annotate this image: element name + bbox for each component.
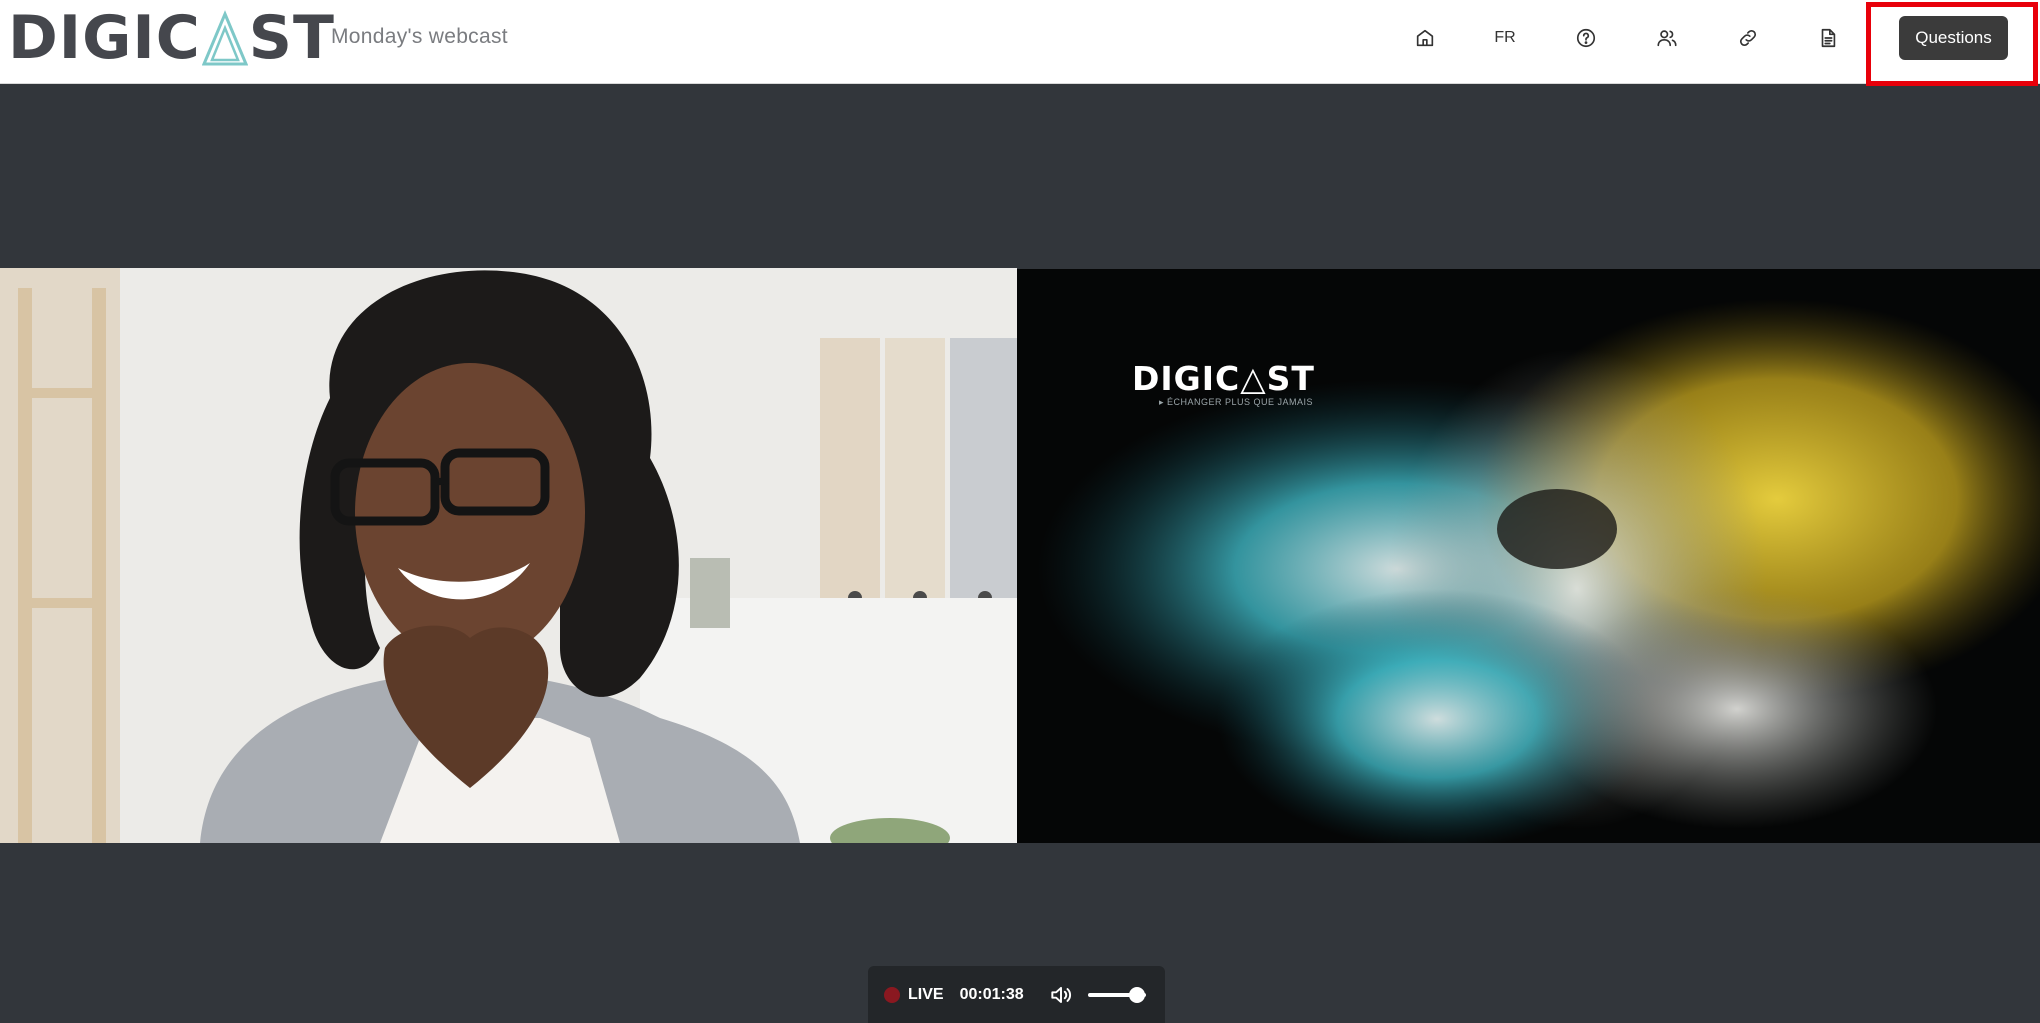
speaker-camera-feed (0, 268, 1017, 843)
volume-icon[interactable] (1048, 982, 1074, 1008)
player-controls: LIVE 00:01:38 (868, 966, 1165, 1023)
home-icon (1416, 29, 1434, 47)
volume-slider[interactable] (1087, 986, 1146, 1003)
link-icon (1739, 29, 1757, 47)
logo-triangle-icon (201, 10, 248, 66)
timecode: 00:01:38 (959, 985, 1024, 1003)
home-button[interactable] (1405, 18, 1445, 58)
presentation-slide: DIGIC△ST ▸ ÉCHANGER PLUS QUE JAMAIS (1017, 269, 2040, 843)
participants-button[interactable] (1647, 18, 1687, 58)
live-label: LIVE (908, 985, 944, 1003)
webcast-title: Monday's webcast (331, 25, 508, 48)
language-button[interactable]: FR (1485, 18, 1525, 58)
logo-text-left: DIGIC (8, 3, 201, 73)
digicast-logo[interactable]: DIGIC ST (8, 6, 335, 70)
color-burst-image (1017, 269, 2040, 843)
volume-slider-handle[interactable] (1128, 986, 1145, 1003)
top-header: DIGIC ST Monday's webcast FR Questions (0, 0, 2040, 86)
live-indicator-dot (884, 986, 900, 1003)
document-icon (1821, 28, 1836, 48)
link-button[interactable] (1728, 18, 1768, 58)
speaker-photo (0, 268, 1017, 843)
logo-text-right: ST (248, 3, 335, 73)
questions-button[interactable]: Questions (1899, 16, 2008, 60)
users-icon (1657, 30, 1677, 47)
video-stage: DIGIC△ST ▸ ÉCHANGER PLUS QUE JAMAIS (0, 268, 2040, 843)
slide-logo: DIGIC△ST (1132, 359, 1315, 398)
document-button[interactable] (1808, 18, 1848, 58)
help-circle-icon (1576, 28, 1596, 48)
slide-tagline: ▸ ÉCHANGER PLUS QUE JAMAIS (1159, 397, 1314, 407)
help-button[interactable] (1566, 18, 1606, 58)
